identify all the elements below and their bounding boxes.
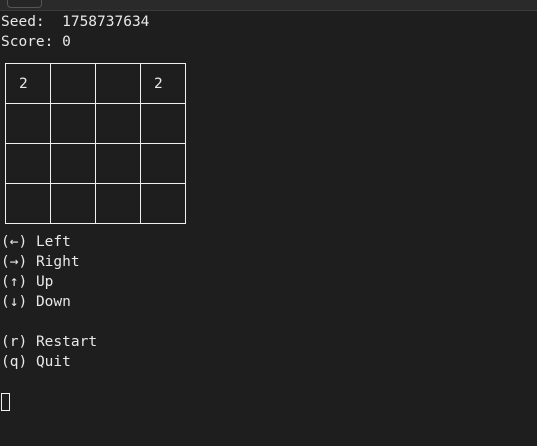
control-left: (←) Left	[1, 234, 71, 250]
board-cell	[5, 183, 51, 224]
board-cell	[5, 103, 51, 144]
board-cell	[140, 183, 186, 224]
control-up: (↑) Up	[1, 274, 54, 290]
score-label: Score:	[1, 34, 63, 50]
board-cell	[50, 63, 96, 104]
board-cell	[50, 143, 96, 184]
board-row	[5, 103, 186, 144]
window-top-bar	[0, 0, 537, 11]
board-cell	[50, 103, 96, 144]
board-cell	[95, 103, 141, 144]
board-cell	[140, 103, 186, 144]
board-cell	[140, 143, 186, 184]
board-cell	[5, 143, 51, 184]
seed-label: Seed:	[1, 14, 63, 30]
score-value: 0	[62, 34, 71, 50]
game-board: 2 2	[5, 63, 186, 224]
board-cell	[50, 183, 96, 224]
board-row: 2 2	[5, 63, 186, 104]
board-cell	[95, 183, 141, 224]
board-cell: 2	[140, 63, 186, 104]
board-cell	[95, 63, 141, 104]
seed-value: 1758737634	[62, 14, 150, 30]
control-right: (→) Right	[1, 254, 80, 270]
seed-line: Seed: 1758737634	[1, 12, 149, 32]
board-row	[5, 143, 186, 184]
control-restart: (r) Restart	[1, 334, 98, 350]
control-quit: (q) Quit	[1, 354, 71, 370]
terminal-cursor	[1, 393, 10, 411]
board-row	[5, 183, 186, 224]
control-down: (↓) Down	[1, 294, 71, 310]
terminal-tab[interactable]	[7, 0, 42, 8]
score-line: Score: 0	[1, 32, 71, 52]
board-cell: 2	[5, 63, 51, 104]
board-cell	[95, 143, 141, 184]
